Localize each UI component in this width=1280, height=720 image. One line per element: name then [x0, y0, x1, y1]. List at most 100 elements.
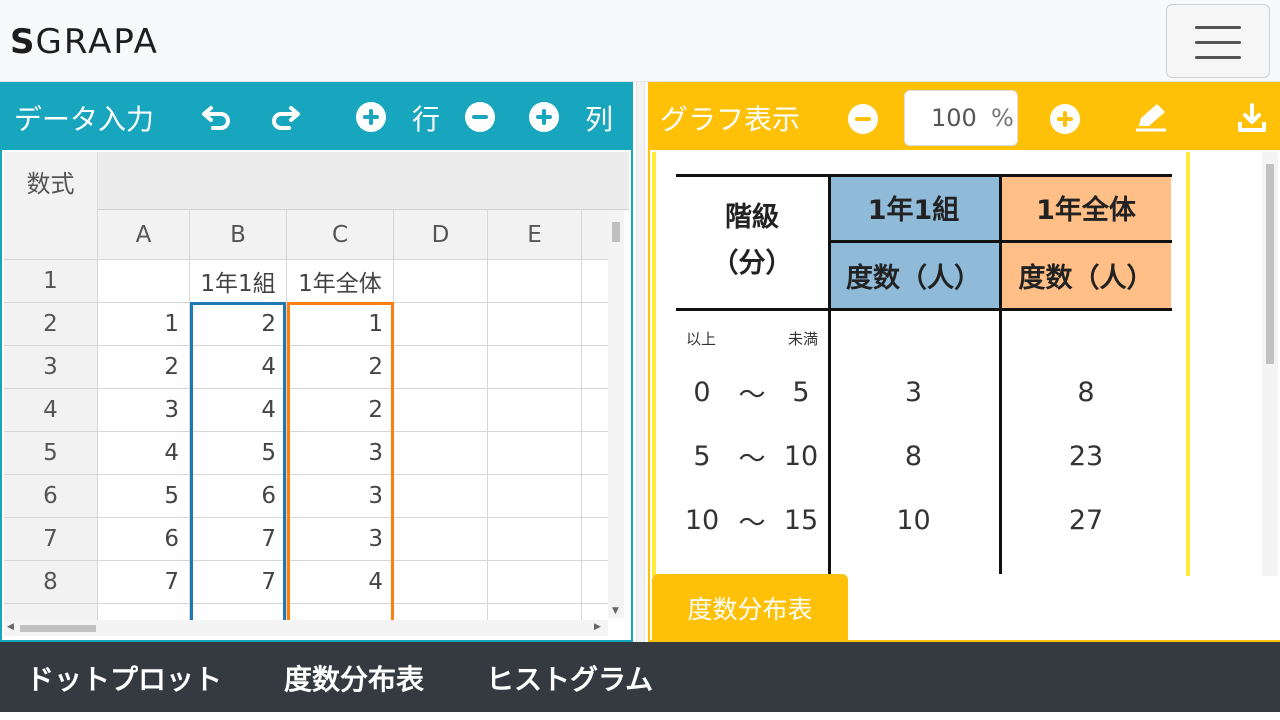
table-cell[interactable] [394, 432, 488, 475]
table-cell[interactable] [582, 432, 608, 475]
panel-divider[interactable] [636, 82, 645, 642]
table-cell[interactable]: 5 [190, 432, 287, 475]
graph-vertical-scrollbar[interactable] [1262, 152, 1278, 576]
column-header[interactable]: E [488, 210, 582, 260]
column-label: 列 [585, 103, 614, 136]
column-header[interactable]: D [394, 210, 488, 260]
nav-frequency-table[interactable]: 度数分布表 [284, 658, 424, 698]
table-cell[interactable] [394, 604, 488, 620]
zoom-out-button[interactable] [848, 104, 878, 134]
table-cell[interactable]: 7 [98, 561, 190, 604]
undo-button[interactable] [200, 102, 234, 132]
table-cell[interactable] [488, 561, 582, 604]
table-cell[interactable]: 4 [98, 432, 190, 475]
row-header[interactable]: 6 [4, 475, 98, 518]
table-cell[interactable]: 1 [98, 303, 190, 346]
table-cell[interactable]: 3 [98, 389, 190, 432]
table-cell[interactable] [582, 389, 608, 432]
table-cell[interactable]: 7 [190, 561, 287, 604]
scroll-thumb[interactable] [612, 222, 620, 242]
row-header[interactable]: 8 [4, 561, 98, 604]
table-cell[interactable] [488, 260, 582, 303]
row-header[interactable]: 3 [4, 346, 98, 389]
scroll-thumb[interactable] [1266, 164, 1274, 364]
table-cell[interactable] [488, 389, 582, 432]
table-cell[interactable]: 5 [98, 475, 190, 518]
table-cell[interactable] [394, 518, 488, 561]
table-cell[interactable]: 4 [287, 561, 394, 604]
table-cell[interactable] [582, 475, 608, 518]
table-cell[interactable] [394, 346, 488, 389]
table-cell[interactable]: 1年1組 [190, 260, 287, 303]
scroll-thumb[interactable] [20, 625, 96, 632]
table-cell[interactable] [488, 303, 582, 346]
redo-button[interactable] [268, 102, 302, 132]
table-cell[interactable]: 2 [98, 346, 190, 389]
zoom-in-button[interactable] [1050, 104, 1080, 134]
sgrapa-logo[interactable]: SGRAPA [10, 22, 159, 62]
class-upper: 5 [792, 376, 810, 408]
zoom-input[interactable]: 100 % [904, 90, 1018, 146]
scroll-down-icon[interactable]: ▼ [612, 606, 619, 616]
nav-dot-plot[interactable]: ドットプロット [26, 658, 222, 698]
download-button[interactable] [1234, 100, 1270, 136]
remove-row-button[interactable] [465, 102, 495, 132]
vertical-scrollbar[interactable]: ▼ [608, 210, 624, 618]
column-header[interactable]: B [190, 210, 287, 260]
row-header[interactable]: 2 [4, 303, 98, 346]
table-cell[interactable] [488, 518, 582, 561]
table-cell[interactable] [582, 561, 608, 604]
row-header[interactable] [4, 604, 98, 620]
table-cell[interactable]: 2 [190, 303, 287, 346]
horizontal-scrollbar[interactable]: ◀ ▶ [4, 620, 608, 636]
table-cell[interactable]: 6 [190, 475, 287, 518]
table-cell[interactable] [488, 475, 582, 518]
column-header[interactable]: C [287, 210, 394, 260]
add-row-button[interactable] [356, 102, 386, 132]
table-cell[interactable] [488, 604, 582, 620]
table-cell[interactable]: 2 [287, 346, 394, 389]
table-cell[interactable] [582, 260, 608, 303]
table-cell[interactable]: 1年全体 [287, 260, 394, 303]
table-cell[interactable]: 3 [287, 475, 394, 518]
table-cell[interactable] [98, 260, 190, 303]
table-cell[interactable] [394, 303, 488, 346]
spreadsheet-grid[interactable]: A B C D E 1 1年1組 1年全体 2 1 2 1 3 2 4 2 4 3 4 2 5 4 5 3 6 5 6 3 7 6 7 3 8 7… [4, 210, 608, 620]
row-header[interactable]: 5 [4, 432, 98, 475]
edit-button[interactable] [1132, 100, 1170, 134]
table-cell[interactable]: 4 [190, 389, 287, 432]
table-cell[interactable] [394, 561, 488, 604]
table-cell[interactable] [582, 303, 608, 346]
table-cell[interactable]: 7 [190, 518, 287, 561]
table-cell[interactable] [394, 475, 488, 518]
table-cell[interactable] [287, 604, 394, 620]
tab-frequency-table[interactable]: 度数分布表 [652, 574, 848, 642]
column-header[interactable] [582, 210, 608, 260]
table-cell[interactable]: 1 [287, 303, 394, 346]
row-header[interactable]: 4 [4, 389, 98, 432]
nav-histogram[interactable]: ヒストグラム [486, 658, 653, 698]
row-header[interactable]: 7 [4, 518, 98, 561]
table-cell[interactable] [394, 260, 488, 303]
corner-cell[interactable] [4, 210, 98, 260]
column-header[interactable]: A [98, 210, 190, 260]
scroll-left-icon[interactable]: ◀ [7, 622, 14, 632]
table-cell[interactable]: 6 [98, 518, 190, 561]
table-cell[interactable] [98, 604, 190, 620]
table-cell[interactable] [582, 518, 608, 561]
scroll-right-icon[interactable]: ▶ [594, 622, 601, 632]
table-cell[interactable]: 3 [287, 518, 394, 561]
formula-bar[interactable]: 数式 [4, 152, 629, 210]
table-cell[interactable] [488, 432, 582, 475]
table-cell[interactable]: 4 [190, 346, 287, 389]
group2-frequency: 27 [1068, 504, 1104, 536]
table-cell[interactable]: 2 [287, 389, 394, 432]
row-header[interactable]: 1 [4, 260, 98, 303]
table-cell[interactable]: 3 [287, 432, 394, 475]
table-cell[interactable] [190, 604, 287, 620]
hamburger-menu-button[interactable] [1166, 4, 1270, 78]
table-cell[interactable] [394, 389, 488, 432]
table-cell[interactable] [488, 346, 582, 389]
add-column-button[interactable] [529, 102, 559, 132]
table-cell[interactable] [582, 346, 608, 389]
